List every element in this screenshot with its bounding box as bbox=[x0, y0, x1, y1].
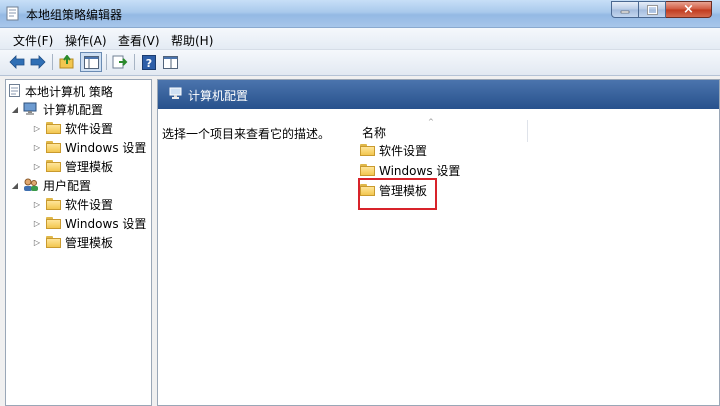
expand-arrow-icon[interactable]: ▷ bbox=[32, 200, 42, 209]
menu-bar: 文件(F) 操作(A) 查看(V) 帮助(H) bbox=[0, 28, 720, 50]
list-item-software-settings[interactable]: 软件设置 bbox=[360, 140, 427, 160]
tree-item-label: 本地计算机 策略 bbox=[25, 84, 113, 99]
policy-editor-icon bbox=[6, 6, 19, 21]
expand-arrow-icon[interactable]: ▷ bbox=[32, 124, 42, 133]
collapse-arrow-icon[interactable]: ◢ bbox=[10, 105, 20, 114]
tree-item-label: 管理模板 bbox=[65, 235, 114, 250]
help-button[interactable]: ? bbox=[140, 53, 158, 71]
computer-icon bbox=[23, 102, 37, 115]
folder-icon bbox=[360, 164, 375, 176]
help-icon: ? bbox=[142, 54, 156, 70]
sort-arrow-icon: ^ bbox=[428, 118, 434, 126]
export-list-button[interactable] bbox=[111, 53, 129, 71]
details-header-title: 计算机配置 bbox=[188, 89, 249, 103]
list-item-label: 软件设置 bbox=[379, 143, 428, 158]
close-button[interactable]: × bbox=[666, 1, 712, 18]
tree-item-label: 用户配置 bbox=[43, 178, 92, 193]
show-hide-tree-button[interactable] bbox=[80, 52, 102, 72]
tree-item-label: Windows 设置 bbox=[65, 140, 147, 155]
maximize-icon bbox=[646, 4, 658, 15]
tree-item-software-settings[interactable]: ▷ 软件设置 bbox=[32, 119, 113, 137]
list-item-label: Windows 设置 bbox=[379, 163, 461, 178]
tree-item-windows-settings[interactable]: ▷ Windows 设置 bbox=[32, 214, 146, 232]
tree-item-admin-templates[interactable]: ▷ 管理模板 bbox=[32, 157, 113, 175]
column-header-name[interactable]: ^ 名称 bbox=[358, 118, 528, 142]
toolbar: ? bbox=[0, 50, 720, 76]
expand-arrow-icon[interactable]: ▷ bbox=[32, 162, 42, 171]
title-bar[interactable]: 本地组策略编辑器 × bbox=[0, 0, 720, 28]
item-description: 选择一个项目来查看它的描述。 bbox=[162, 127, 331, 141]
window-controls: × bbox=[611, 1, 712, 19]
menu-help[interactable]: 帮助(H) bbox=[171, 32, 213, 49]
details-pane: 计算机配置 选择一个项目来查看它的描述。 ^ 名称 软件设置 Windows 设… bbox=[157, 79, 720, 406]
tree-item-admin-templates[interactable]: ▷ 管理模板 bbox=[32, 233, 113, 251]
folder-icon bbox=[46, 236, 61, 248]
toolbar-separator bbox=[134, 54, 135, 70]
menu-file[interactable]: 文件(F) bbox=[13, 32, 53, 49]
details-header: 计算机配置 bbox=[158, 80, 719, 109]
menu-view[interactable]: 查看(V) bbox=[118, 32, 160, 49]
tree-item-root[interactable]: 本地计算机 策略 bbox=[9, 82, 113, 100]
close-icon: × bbox=[683, 2, 694, 17]
show-hide-tree-icon bbox=[83, 55, 99, 69]
tree-item-label: 软件设置 bbox=[65, 197, 114, 212]
folder-icon bbox=[46, 198, 61, 210]
toolbar-separator bbox=[106, 54, 107, 70]
tree-item-user-config[interactable]: ◢ 用户配置 bbox=[10, 176, 91, 194]
tree-item-windows-settings[interactable]: ▷ Windows 设置 bbox=[32, 138, 146, 156]
console-tree: 本地计算机 策略 ◢ 计算机配置 ▷ 软件设置 ▷ Windows 设置 ▷ 管… bbox=[5, 79, 152, 406]
users-icon bbox=[24, 178, 38, 191]
minimize-icon bbox=[620, 10, 630, 13]
expand-arrow-icon[interactable]: ▷ bbox=[32, 143, 42, 152]
tree-item-label: 管理模板 bbox=[65, 159, 114, 174]
tree-item-computer-config[interactable]: ◢ 计算机配置 bbox=[10, 100, 103, 118]
folder-icon bbox=[46, 160, 61, 172]
up-folder-icon bbox=[59, 55, 74, 69]
tree-item-label: 软件设置 bbox=[65, 121, 114, 136]
folder-icon bbox=[360, 144, 375, 156]
minimize-button[interactable] bbox=[611, 1, 639, 18]
column-header-label: 名称 bbox=[362, 126, 387, 140]
folder-icon bbox=[46, 217, 61, 229]
policy-document-icon bbox=[9, 84, 20, 97]
svg-text:?: ? bbox=[146, 57, 152, 70]
folder-icon bbox=[46, 122, 61, 134]
window-title: 本地组策略编辑器 bbox=[26, 8, 123, 22]
list-item-windows-settings[interactable]: Windows 设置 bbox=[360, 160, 460, 180]
toolbar-separator bbox=[52, 54, 53, 70]
up-one-level-button[interactable] bbox=[58, 53, 76, 71]
properties-icon bbox=[162, 55, 178, 69]
export-list-icon bbox=[112, 55, 128, 69]
properties-button[interactable] bbox=[161, 53, 179, 71]
tree-item-software-settings[interactable]: ▷ 软件设置 bbox=[32, 195, 113, 213]
tree-item-label: Windows 设置 bbox=[65, 216, 147, 231]
computer-icon bbox=[169, 87, 182, 99]
forward-button[interactable] bbox=[29, 53, 47, 71]
mmc-window: 本地组策略编辑器 × 文件(F) 操作(A) 查看(V) 帮助(H) ? 本地计… bbox=[0, 0, 720, 406]
menu-action[interactable]: 操作(A) bbox=[65, 32, 107, 49]
back-arrow-icon bbox=[9, 55, 25, 69]
back-button[interactable] bbox=[8, 53, 26, 71]
forward-arrow-icon bbox=[30, 55, 46, 69]
folder-icon bbox=[46, 141, 61, 153]
maximize-button[interactable] bbox=[639, 1, 666, 18]
expand-arrow-icon[interactable]: ▷ bbox=[32, 238, 42, 247]
tree-item-label: 计算机配置 bbox=[43, 102, 104, 117]
expand-arrow-icon[interactable]: ▷ bbox=[32, 219, 42, 228]
collapse-arrow-icon[interactable]: ◢ bbox=[10, 181, 20, 190]
annotation-highlight-box bbox=[358, 178, 437, 210]
